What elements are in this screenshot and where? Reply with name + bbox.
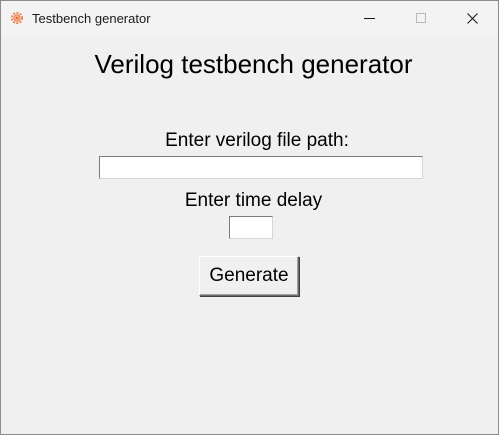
window-title: Testbench generator <box>32 11 151 26</box>
close-icon <box>467 13 478 24</box>
file-path-input[interactable] <box>99 156 423 179</box>
app-window: Testbench generator Verilog testbench ge… <box>0 0 499 435</box>
generate-button[interactable]: Generate <box>199 256 299 296</box>
maximize-button[interactable] <box>398 1 444 36</box>
file-path-label: Enter verilog file path: <box>165 130 349 151</box>
time-delay-input[interactable] <box>229 216 273 239</box>
minimize-icon <box>364 18 375 19</box>
close-button[interactable] <box>449 1 495 36</box>
minimize-button[interactable] <box>346 1 392 36</box>
time-delay-label: Enter time delay <box>184 190 323 211</box>
title-bar[interactable]: Testbench generator <box>1 1 498 36</box>
app-gear-icon <box>10 11 24 25</box>
maximize-icon <box>416 13 426 23</box>
main-content: Verilog testbench generator Enter verilo… <box>1 36 498 434</box>
page-title: Verilog testbench generator <box>94 49 413 79</box>
